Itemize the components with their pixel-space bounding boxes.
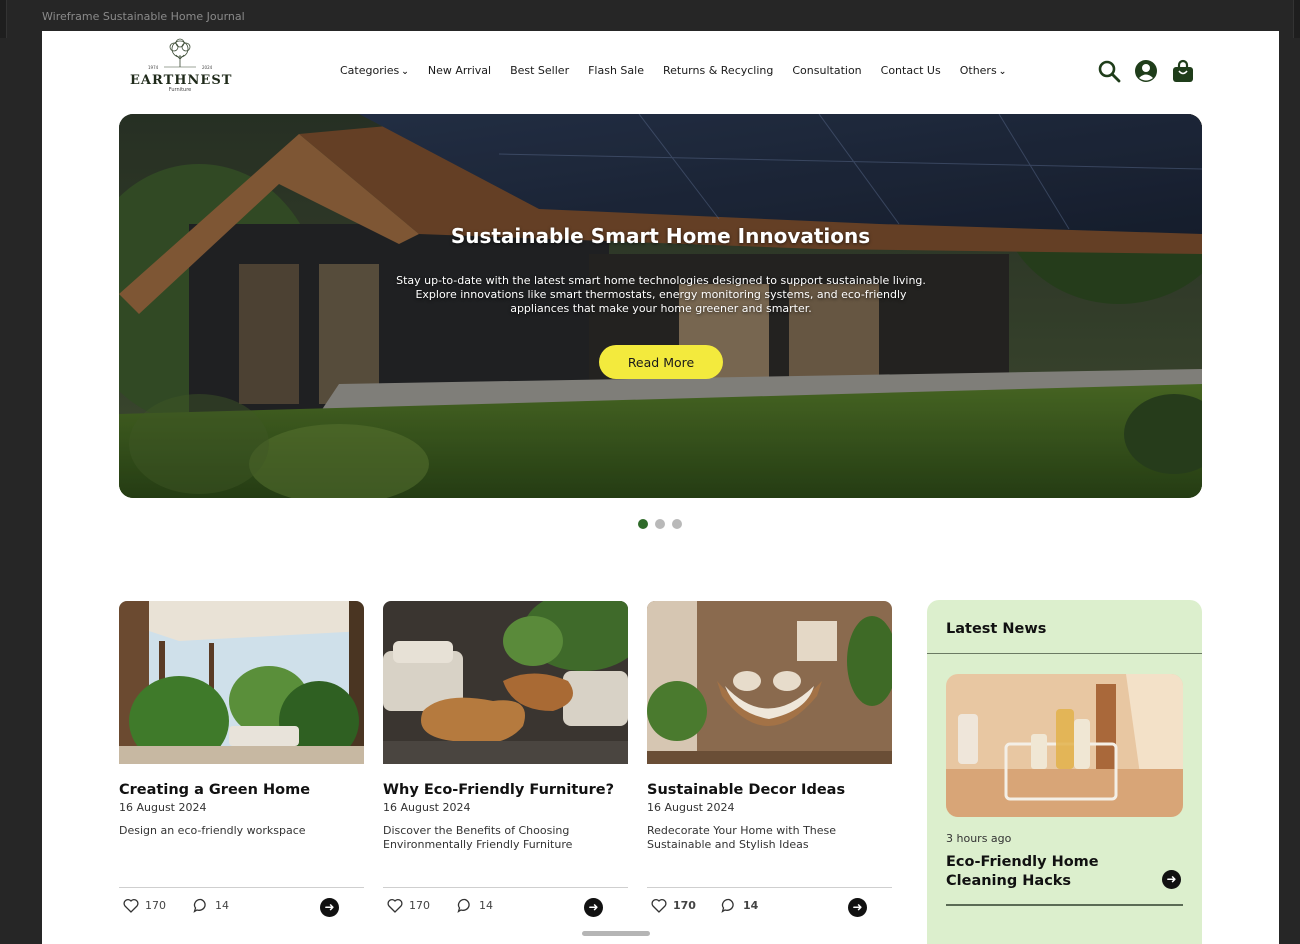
article-image-eco-furniture[interactable] <box>383 601 628 764</box>
likes-count: 170 <box>673 899 696 912</box>
comments-count: 14 <box>215 899 229 912</box>
logo-year-left: 1974 <box>148 65 159 70</box>
article-title[interactable]: Creating a Green Home <box>119 782 364 798</box>
card-divider <box>383 887 628 888</box>
comments-count: 14 <box>479 899 493 912</box>
hero-banner: Sustainable Smart Home Innovations Stay … <box>119 114 1202 498</box>
nav-best-seller[interactable]: Best Seller <box>510 64 569 77</box>
comments[interactable]: 14 <box>457 898 493 913</box>
nav-flash-sale[interactable]: Flash Sale <box>588 64 644 77</box>
article-description: Redecorate Your Home with These Sustaina… <box>647 824 837 851</box>
comment-icon <box>457 898 470 913</box>
card-divider <box>119 887 364 888</box>
article-meta: 170 14 ➜ <box>647 896 892 918</box>
article-image-decor[interactable] <box>647 601 892 764</box>
brand-logo[interactable]: 1974 2024 EARTHNEST Furniture <box>130 37 233 97</box>
article-meta: 170 14 ➜ <box>383 896 628 918</box>
carousel-dots <box>638 519 682 529</box>
nav-contact-us[interactable]: Contact Us <box>881 64 941 77</box>
article-card[interactable]: Why Eco-Friendly Furniture? 16 August 20… <box>383 601 628 917</box>
likes-count: 170 <box>145 899 166 912</box>
chevron-down-icon: ⌄ <box>401 67 409 77</box>
horizontal-scrollbar[interactable] <box>582 931 650 936</box>
likes[interactable]: 170 <box>651 898 696 913</box>
nav-others[interactable]: Others ⌄ <box>960 64 1007 77</box>
card-divider <box>647 887 892 888</box>
article-date: 16 August 2024 <box>647 801 735 814</box>
latest-news-heading: Latest News <box>946 621 1047 637</box>
nav-returns-recycling[interactable]: Returns & Recycling <box>663 64 773 77</box>
news-headline[interactable]: Eco-Friendly Home Cleaning Hacks <box>946 853 1136 891</box>
article-date: 16 August 2024 <box>119 801 207 814</box>
article-card[interactable]: Sustainable Decor Ideas 16 August 2024 R… <box>647 601 892 917</box>
canvas-edge-left <box>0 0 7 38</box>
chevron-down-icon: ⌄ <box>998 67 1007 77</box>
heart-icon <box>651 898 667 913</box>
carousel-dot-1[interactable] <box>638 519 648 529</box>
header-actions <box>1097 59 1195 83</box>
carousel-dot-3[interactable] <box>672 519 682 529</box>
news-time: 3 hours ago <box>946 832 1012 845</box>
likes[interactable]: 170 <box>123 898 166 913</box>
heart-icon <box>123 898 139 913</box>
arrow-right-icon[interactable]: ➜ <box>584 898 603 917</box>
comment-icon <box>721 898 734 913</box>
arrow-right-icon[interactable]: ➜ <box>1162 870 1181 889</box>
article-description: Design an eco-friendly workspace <box>119 824 306 837</box>
canvas-edge-right <box>1293 0 1300 38</box>
search-icon[interactable] <box>1097 59 1121 83</box>
tree-logo-icon <box>164 38 196 68</box>
article-image-green-home[interactable] <box>119 601 364 764</box>
carousel-dot-2[interactable] <box>655 519 665 529</box>
main-nav: Categories ⌄ New Arrival Best Seller Flas… <box>340 64 1025 77</box>
news-divider-bottom <box>946 904 1183 906</box>
frame-title: Wireframe Sustainable Home Journal <box>42 10 245 23</box>
nav-categories[interactable]: Categories ⌄ <box>340 64 409 77</box>
page-frame: 1974 2024 EARTHNEST Furniture Categories… <box>42 31 1279 944</box>
article-meta: 170 14 ➜ <box>119 896 364 918</box>
hero-description: Stay up-to-date with the latest smart ho… <box>396 274 926 315</box>
article-card[interactable]: Creating a Green Home 16 August 2024 Des… <box>119 601 364 917</box>
nav-consultation[interactable]: Consultation <box>792 64 861 77</box>
arrow-right-icon[interactable]: ➜ <box>320 898 339 917</box>
hero-title: Sustainable Smart Home Innovations <box>450 224 871 248</box>
likes-count: 170 <box>409 899 430 912</box>
shopping-bag-icon[interactable] <box>1171 59 1195 83</box>
likes[interactable]: 170 <box>387 898 430 913</box>
latest-news-panel: Latest News 3 hours ago Eco-Friendly Hom… <box>927 600 1202 944</box>
comments[interactable]: 14 <box>193 898 229 913</box>
arrow-right-icon[interactable]: ➜ <box>848 898 867 917</box>
read-more-button[interactable]: Read More <box>599 345 723 379</box>
article-title[interactable]: Sustainable Decor Ideas <box>647 782 892 798</box>
comments[interactable]: 14 <box>721 898 758 913</box>
user-icon[interactable] <box>1134 59 1158 83</box>
article-title[interactable]: Why Eco-Friendly Furniture? <box>383 782 628 798</box>
news-divider <box>927 653 1202 654</box>
comment-icon <box>193 898 206 913</box>
news-image-cleaning[interactable] <box>946 674 1183 817</box>
article-date: 16 August 2024 <box>383 801 471 814</box>
nav-new-arrival[interactable]: New Arrival <box>428 64 491 77</box>
comments-count: 14 <box>743 899 759 912</box>
heart-icon <box>387 898 403 913</box>
brand-name: EARTHNEST <box>130 73 233 88</box>
logo-year-right: 2024 <box>202 65 213 70</box>
article-description: Discover the Benefits of Choosing Enviro… <box>383 824 573 851</box>
